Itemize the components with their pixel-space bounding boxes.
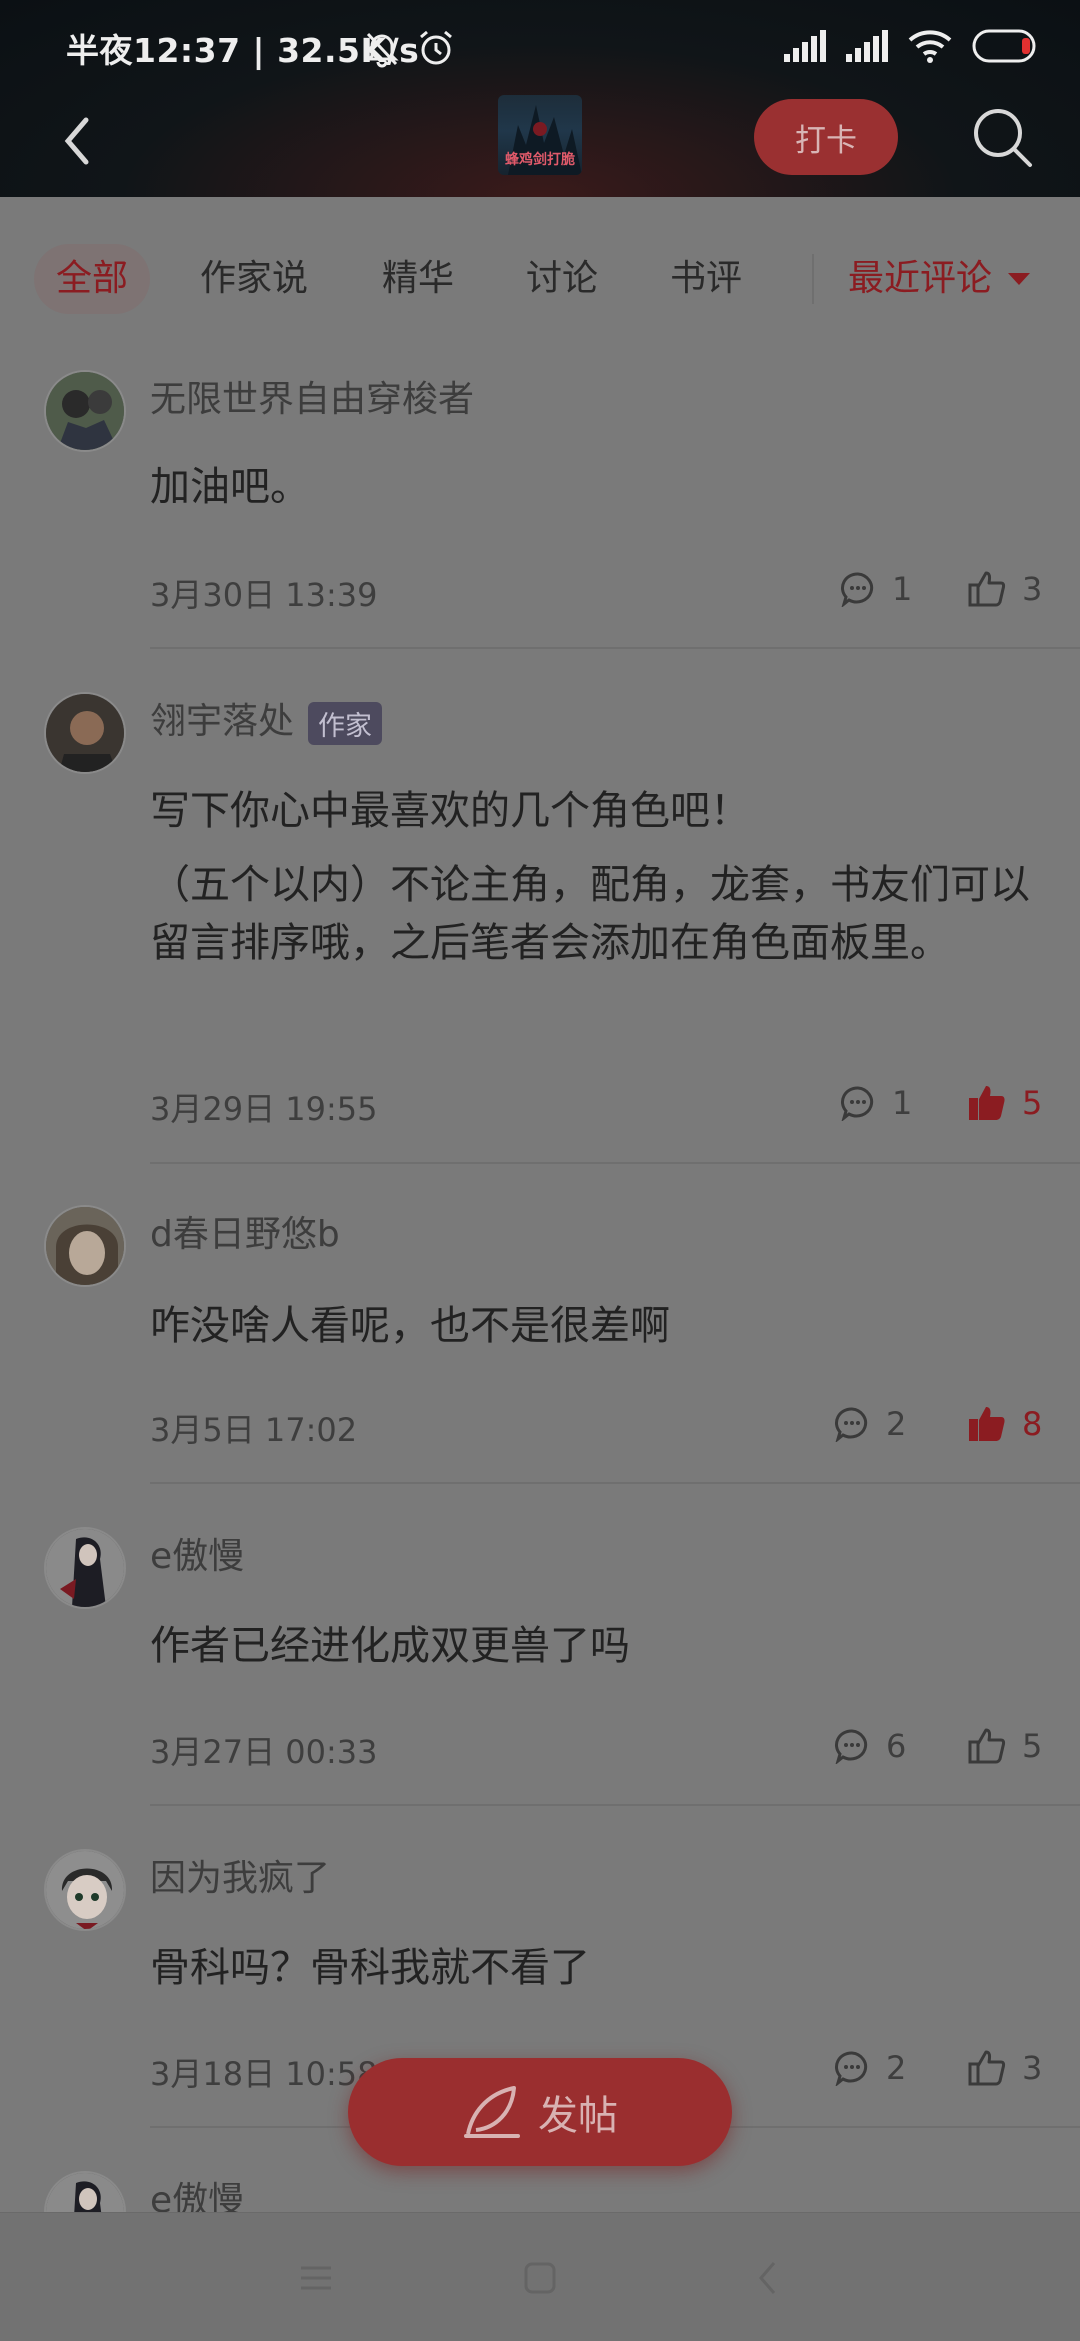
tab-reviews[interactable]: 书评 — [670, 244, 742, 314]
like-button[interactable]: 8 — [968, 1405, 1042, 1443]
author-badge: 作家 — [308, 701, 383, 745]
post-date: 3月18日 10:58 — [150, 2055, 378, 2093]
post-content: 加油吧。 — [150, 464, 310, 510]
like-button[interactable]: 3 — [968, 2049, 1042, 2087]
tab-featured[interactable]: 精华 — [382, 244, 454, 314]
chevron-left-icon — [759, 2262, 776, 2294]
tab-divider — [812, 254, 814, 304]
author-name-row: 翎宇落处 作家 — [150, 692, 383, 745]
comment-icon — [835, 1729, 868, 1764]
header: 半夜12:37 | 32.5K/s 蜂鸡剑打脆 打卡 — [0, 0, 1080, 197]
post-content: 作者已经进化成双更兽了吗 — [150, 1623, 630, 1669]
wifi-icon — [908, 28, 952, 68]
post-date: 3月30日 13:39 — [150, 576, 378, 614]
square-icon — [524, 2262, 556, 2294]
like-button[interactable]: 5 — [968, 1727, 1042, 1765]
post-content-line: （五个以内）不论主角，配角，龙套，书友们可以留言排序哦，之后笔者会添加在角色面板… — [150, 862, 1030, 966]
post-content-line: 写下你心中最喜欢的几个角色吧！ — [150, 788, 750, 834]
avatar[interactable] — [44, 1527, 126, 1609]
new-post-button[interactable]: 发帖 — [348, 2058, 732, 2166]
like-button[interactable]: 3 — [968, 570, 1042, 608]
post-meta: 3月5日 17:02 2 8 — [150, 1405, 1042, 1449]
divider — [150, 647, 1080, 649]
comment-count: 1 — [892, 1084, 913, 1122]
comment-button[interactable]: 6 — [834, 1727, 906, 1765]
tab-author-says[interactable]: 作家说 — [200, 244, 308, 314]
divider — [150, 1482, 1080, 1484]
home-button[interactable] — [510, 2253, 570, 2303]
system-nav-bar — [0, 2212, 1080, 2341]
post-content: 写下你心中最喜欢的几个角色吧！ （五个以内）不论主角，配角，龙套，书友们可以留言… — [150, 782, 1040, 972]
top-nav: 蜂鸡剑打脆 打卡 — [0, 95, 1080, 197]
author-name[interactable]: 翎宇落处 — [150, 701, 294, 742]
like-count: 5 — [1022, 1727, 1043, 1765]
book-cover[interactable]: 蜂鸡剑打脆 — [498, 95, 582, 175]
menu-button[interactable] — [286, 2253, 346, 2303]
avatar[interactable] — [44, 1849, 126, 1931]
post-date: 3月29日 19:55 — [150, 1090, 378, 1128]
tab-all[interactable]: 全部 — [34, 244, 151, 314]
chevron-left-icon — [64, 117, 89, 165]
post-date: 3月27日 00:33 — [150, 1733, 378, 1771]
system-back-button[interactable] — [738, 2253, 798, 2303]
post-content: 骨科吗？骨科我就不看了 — [150, 1945, 590, 1991]
comment-count: 6 — [886, 1727, 907, 1765]
sort-dropdown[interactable]: 最近评论 — [848, 244, 1031, 314]
like-button[interactable]: 5 — [968, 1084, 1042, 1122]
comment-count: 2 — [886, 2049, 907, 2087]
avatar[interactable] — [44, 692, 126, 774]
checkin-button[interactable]: 打卡 — [754, 99, 898, 175]
comment-icon — [835, 2051, 868, 2086]
comment-icon — [841, 1086, 874, 1121]
author-name[interactable]: d春日野悠b — [150, 1205, 340, 1257]
author-name[interactable]: 无限世界自由穿梭者 — [150, 370, 474, 422]
tab-discussion[interactable]: 讨论 — [526, 244, 598, 314]
menu-icon — [301, 2266, 331, 2290]
search-icon — [974, 109, 1032, 167]
comment-button[interactable]: 2 — [834, 1405, 906, 1443]
back-button[interactable] — [52, 111, 102, 171]
post-meta: 3月27日 00:33 6 5 — [150, 1727, 1042, 1771]
thumbs-up-icon — [968, 571, 1006, 607]
mute-bell-icon — [362, 28, 402, 72]
status-bar: 半夜12:37 | 32.5K/s — [0, 0, 1080, 95]
comment-button[interactable]: 1 — [840, 570, 912, 608]
comment-count: 2 — [886, 1405, 907, 1443]
post-meta: 3月29日 19:55 1 5 — [150, 1084, 1042, 1128]
feather-pen-icon — [464, 2086, 520, 2138]
thumbs-up-icon — [968, 1728, 1006, 1764]
comment-icon — [835, 1407, 868, 1442]
alarm-icon — [416, 28, 456, 72]
book-cover-title: 蜂鸡剑打脆 — [505, 152, 575, 168]
post-meta: 3月30日 13:39 1 3 — [150, 570, 1042, 614]
post-content: 咋没啥人看呢，也不是很差啊 — [150, 1303, 670, 1349]
new-post-label: 发帖 — [538, 2093, 618, 2139]
avatar[interactable] — [44, 1205, 126, 1287]
thumbs-up-filled-icon — [969, 1086, 1005, 1120]
signal-icon — [846, 30, 888, 66]
filter-tabs: 全部 作家说 精华 讨论 书评 最近评论 — [0, 232, 1080, 326]
like-count: 5 — [1022, 1084, 1043, 1122]
caret-down-icon — [1008, 273, 1031, 285]
comment-count: 1 — [892, 570, 913, 608]
like-count: 3 — [1022, 2049, 1043, 2087]
comment-button[interactable]: 2 — [834, 2049, 906, 2087]
author-name[interactable]: 因为我疯了 — [150, 1849, 330, 1901]
author-name[interactable]: e傲慢 — [150, 1527, 244, 1579]
comment-icon — [841, 572, 874, 607]
comment-button[interactable]: 1 — [840, 1084, 912, 1122]
like-count: 8 — [1022, 1405, 1043, 1443]
divider — [150, 1162, 1080, 1164]
avatar[interactable] — [44, 370, 126, 452]
battery-icon — [972, 29, 1040, 67]
thumbs-up-icon — [968, 2050, 1006, 2086]
like-count: 3 — [1022, 570, 1043, 608]
post-date: 3月5日 17:02 — [150, 1411, 358, 1449]
thumbs-up-filled-icon — [969, 1407, 1005, 1441]
divider — [150, 1804, 1080, 1806]
signal-icon — [784, 30, 826, 66]
sort-label: 最近评论 — [848, 258, 993, 299]
search-button[interactable] — [970, 105, 1034, 169]
